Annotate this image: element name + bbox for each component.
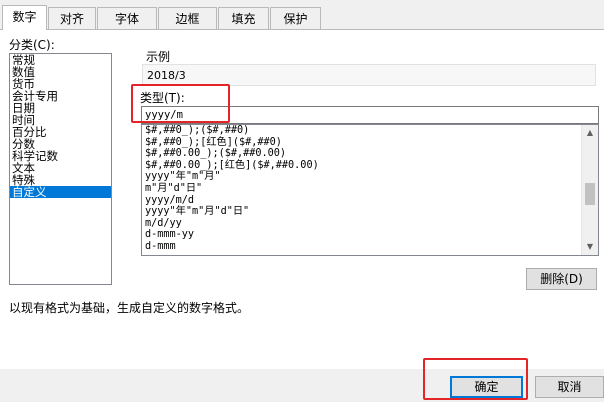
format-list[interactable]: $#,##0_);($#,##0) $#,##0_);[红色]($#,##0) … xyxy=(141,124,599,256)
type-highlight-box xyxy=(131,84,230,123)
sample-label: 示例 xyxy=(146,50,171,64)
tab-alignment[interactable]: 对齐 xyxy=(48,7,96,29)
delete-button[interactable]: 删除(D) xyxy=(526,268,597,290)
format-item[interactable]: yyyy"年"m"月" xyxy=(142,171,598,183)
format-item[interactable]: $#,##0_);($#,##0) xyxy=(142,125,598,137)
category-label: 分类(C): xyxy=(9,38,55,52)
tab-border[interactable]: 边框 xyxy=(158,7,217,29)
tab-protection[interactable]: 保护 xyxy=(270,7,321,29)
scroll-up-icon[interactable]: ▲ xyxy=(582,125,598,141)
format-item[interactable]: yyyy/m/d xyxy=(142,195,598,207)
category-list[interactable]: 常规 数值 货币 会计专用 日期 时间 百分比 分数 科学记数 文本 特殊 自定… xyxy=(9,53,112,285)
scroll-down-icon[interactable]: ▼ xyxy=(582,239,598,255)
description-text: 以现有格式为基础，生成自定义的数字格式。 xyxy=(9,301,250,315)
sample-value: 2018/3 xyxy=(142,64,596,86)
format-item[interactable]: m"月"d"日" xyxy=(142,183,598,195)
format-item[interactable]: yyyy"年"m"月"d"日" xyxy=(142,206,598,218)
format-item[interactable]: $#,##0_);[红色]($#,##0) xyxy=(142,137,598,149)
tab-font[interactable]: 字体 xyxy=(97,7,157,29)
format-item[interactable]: d-mmm-yy xyxy=(142,229,598,241)
format-item[interactable]: d-mmm xyxy=(142,241,598,253)
format-item[interactable]: $#,##0.00_);($#,##0.00) xyxy=(142,148,598,160)
cancel-button[interactable]: 取消 xyxy=(535,376,604,398)
category-item-custom[interactable]: 自定义 xyxy=(10,186,111,198)
scroll-thumb[interactable] xyxy=(585,183,595,205)
format-list-scrollbar[interactable]: ▲ ▼ xyxy=(581,125,598,255)
format-item[interactable]: m/d/yy xyxy=(142,218,598,230)
ok-highlight-box xyxy=(423,358,528,400)
tab-fill[interactable]: 填充 xyxy=(218,7,269,29)
format-item[interactable]: $#,##0.00_);[红色]($#,##0.00) xyxy=(142,160,598,172)
tab-number[interactable]: 数字 xyxy=(2,5,47,30)
